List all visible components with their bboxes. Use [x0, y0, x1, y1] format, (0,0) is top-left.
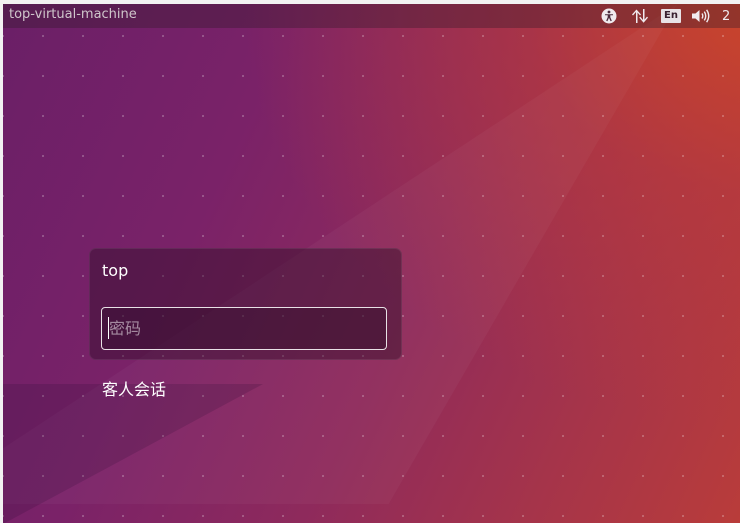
login-card: top — [89, 248, 402, 360]
username-label[interactable]: top — [102, 261, 128, 280]
login-screen: top-virtual-machine En 2 top 客人会话 — [3, 4, 740, 523]
text-caret — [108, 317, 109, 339]
sound-indicator[interactable] — [686, 4, 716, 28]
network-indicator[interactable] — [624, 4, 656, 28]
hostname-label: top-virtual-machine — [9, 7, 137, 22]
accessibility-indicator[interactable] — [594, 4, 624, 28]
network-transfer-icon — [631, 8, 649, 24]
accessibility-icon — [601, 8, 617, 24]
password-field-container — [101, 307, 387, 350]
clock-indicator[interactable]: 2 — [716, 4, 740, 28]
top-panel: top-virtual-machine En 2 — [3, 4, 740, 28]
keyboard-indicator[interactable]: En — [656, 4, 686, 28]
volume-icon — [691, 8, 711, 24]
background-shard — [3, 384, 263, 523]
password-input[interactable] — [102, 308, 386, 349]
keyboard-layout-badge: En — [661, 9, 681, 23]
indicator-area: En 2 — [594, 4, 740, 28]
guest-session-link[interactable]: 客人会话 — [102, 376, 166, 400]
